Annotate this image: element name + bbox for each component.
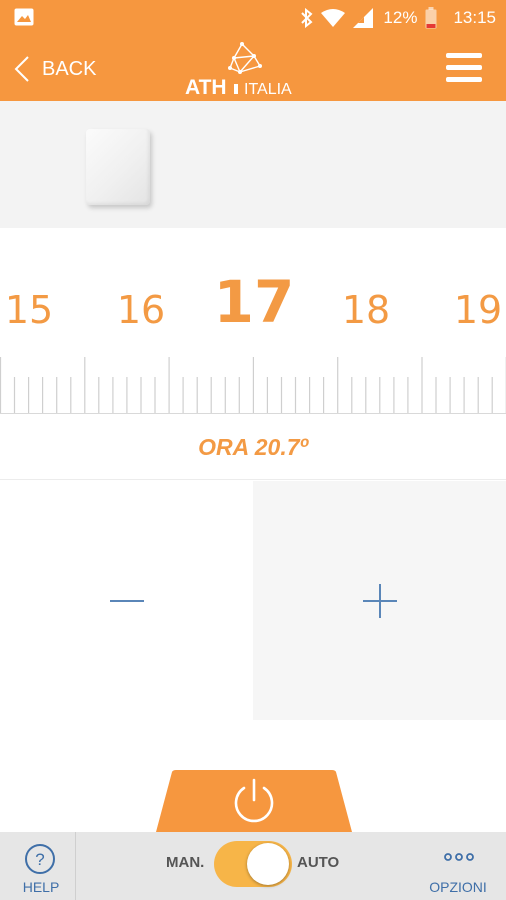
options-label: OPZIONI bbox=[429, 879, 487, 895]
scale-value-19[interactable]: 19 bbox=[454, 288, 502, 332]
app-bar: BACK ATH ITALIA bbox=[0, 36, 506, 101]
gallery-notification-icon bbox=[14, 8, 34, 26]
plus-icon bbox=[362, 583, 397, 618]
mode-toggle[interactable] bbox=[214, 841, 292, 887]
temperature-ruler[interactable] bbox=[0, 355, 506, 415]
thermostat-device-image[interactable] bbox=[86, 129, 150, 205]
back-button[interactable]: BACK bbox=[14, 52, 96, 86]
chevron-left-icon bbox=[14, 56, 29, 82]
clock: 13:15 bbox=[453, 8, 496, 27]
wifi-icon bbox=[321, 9, 346, 27]
back-label: BACK bbox=[42, 57, 97, 80]
scale-value-15[interactable]: 15 bbox=[5, 288, 53, 332]
increase-button[interactable] bbox=[253, 481, 506, 720]
selected-setpoint: 17 bbox=[213, 268, 295, 336]
auto-mode-label: AUTO bbox=[297, 854, 340, 871]
hamburger-menu-button[interactable] bbox=[444, 50, 484, 86]
logo-italia-text: ITALIA bbox=[244, 81, 292, 98]
decrease-button[interactable] bbox=[0, 481, 253, 720]
minus-icon bbox=[109, 599, 144, 602]
svg-text:?: ? bbox=[35, 850, 44, 869]
logo-ath-text: ATH bbox=[185, 76, 227, 98]
help-icon: ? bbox=[25, 844, 55, 874]
bottom-bar: ? HELP MAN. AUTO OPZIONI bbox=[0, 832, 506, 900]
current-temperature: ORA 20.7º bbox=[198, 434, 308, 460]
battery-low-icon bbox=[425, 7, 437, 29]
scale-value-16[interactable]: 16 bbox=[117, 288, 165, 332]
manual-mode-label: MAN. bbox=[166, 854, 205, 871]
help-button[interactable]: ? HELP bbox=[0, 832, 76, 900]
power-button[interactable] bbox=[154, 770, 354, 832]
ath-italia-logo: ATH ITALIA bbox=[184, 40, 300, 99]
options-button[interactable]: OPZIONI bbox=[410, 832, 506, 900]
current-temperature-row: ORA 20.7º bbox=[0, 414, 506, 480]
bluetooth-icon bbox=[301, 8, 313, 28]
scale-value-18[interactable]: 18 bbox=[342, 288, 390, 332]
signal-icon bbox=[353, 8, 374, 28]
status-bar: 12% 13:15 bbox=[0, 0, 506, 36]
battery-percent: 12% bbox=[383, 8, 418, 27]
toggle-knob[interactable] bbox=[247, 843, 289, 885]
device-selector bbox=[0, 101, 506, 228]
help-label: HELP bbox=[22, 879, 60, 895]
spacer bbox=[0, 720, 506, 770]
hamburger-icon bbox=[446, 53, 482, 82]
more-dots-icon bbox=[444, 853, 474, 861]
